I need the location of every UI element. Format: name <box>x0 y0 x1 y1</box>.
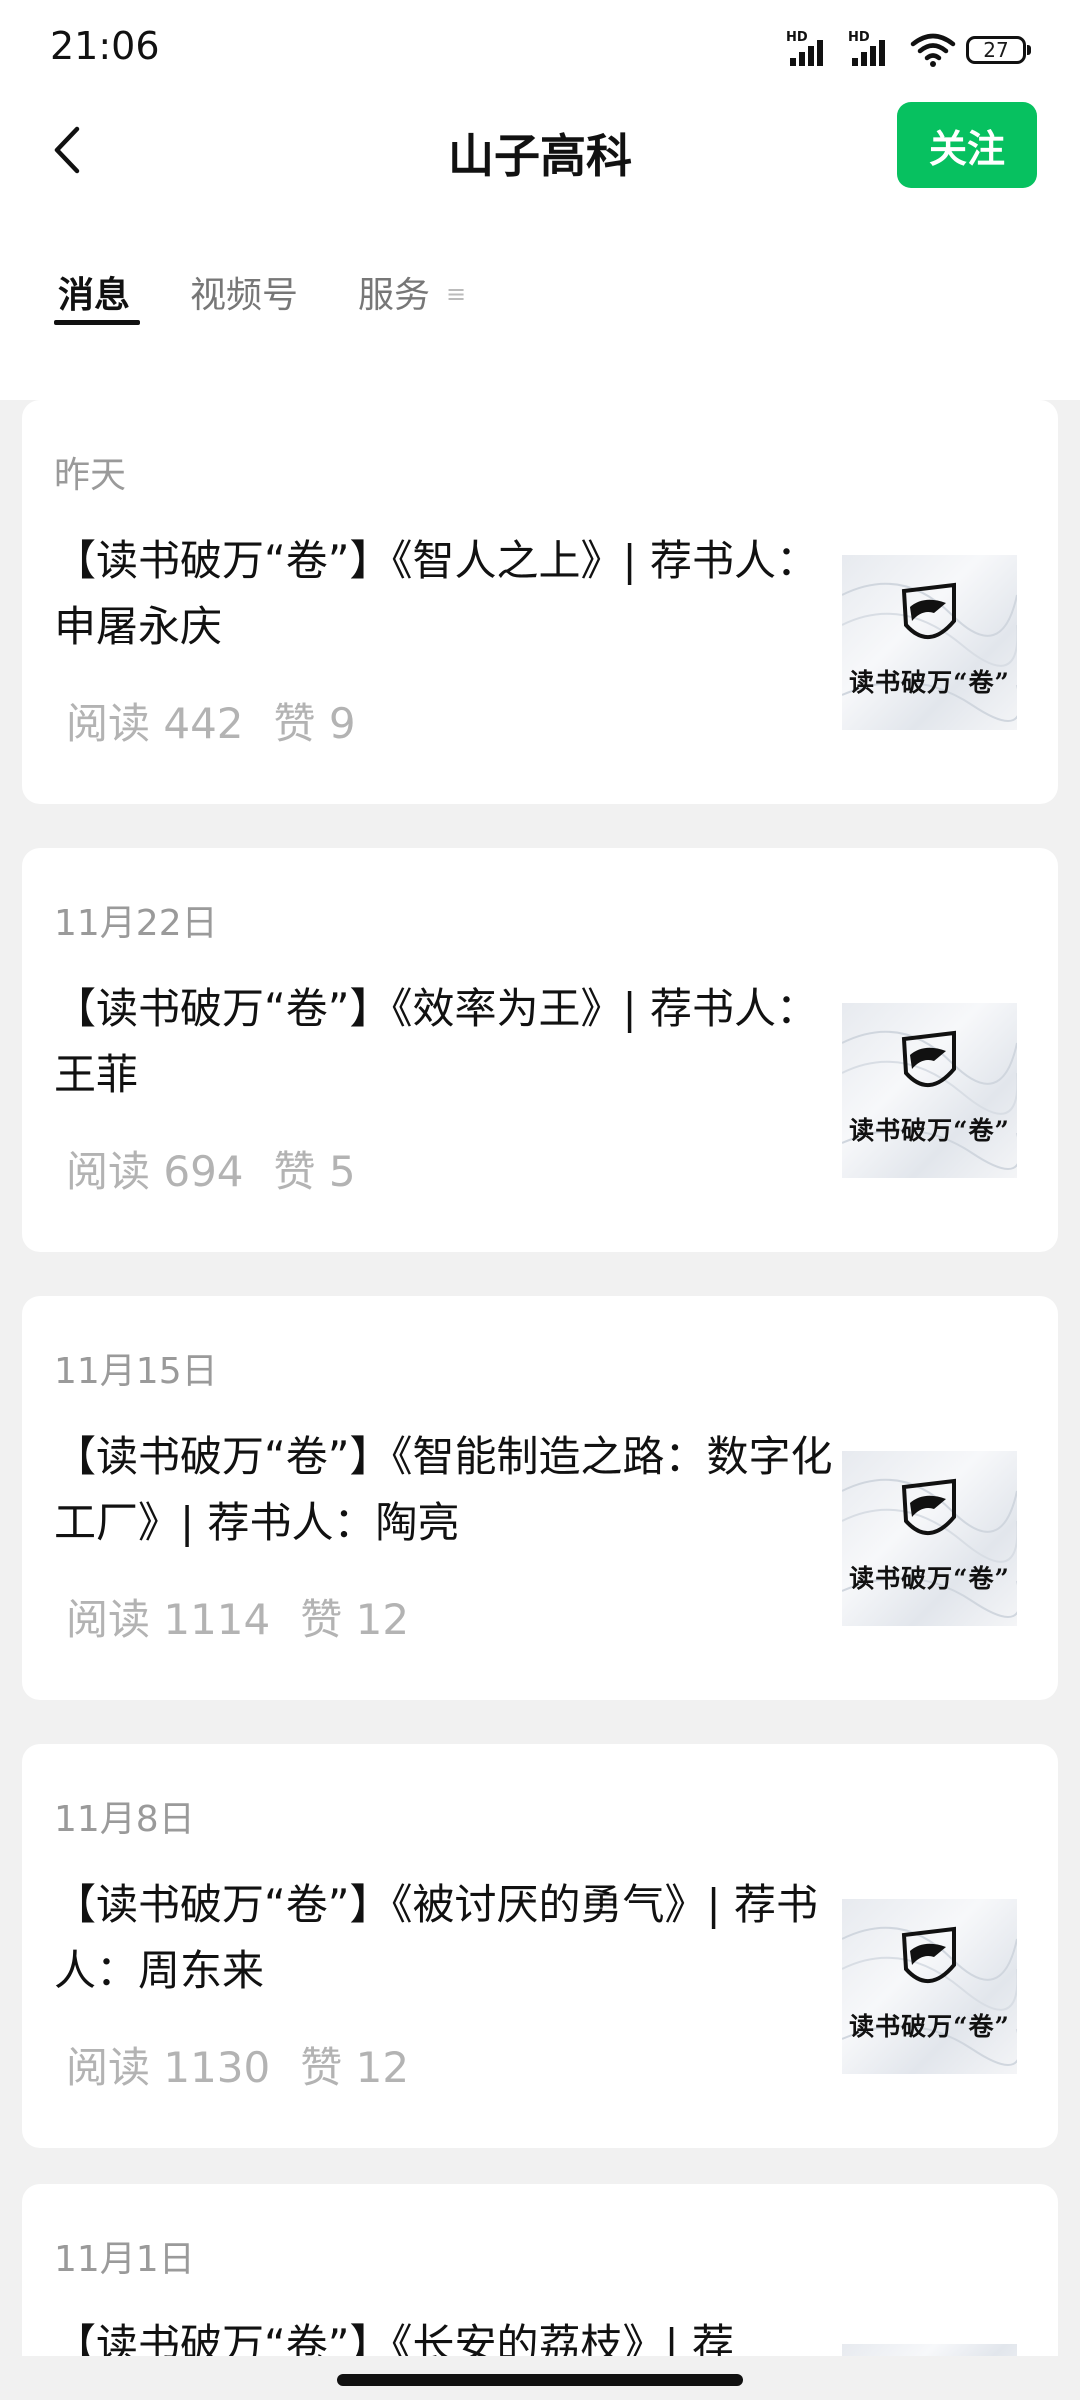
signal-icon: HD <box>848 30 900 68</box>
read-count: 阅读 694 <box>66 1147 244 1196</box>
like-count: 赞 12 <box>300 1595 410 1644</box>
article-title[interactable]: 【读书破万“卷”】《智人之上》| 荐书人：申屠永庆 <box>54 528 834 660</box>
tab-bar: 消息 视频号 服务 <box>0 250 1080 330</box>
article-card[interactable]: 11月15日 【读书破万“卷”】《智能制造之路：数字化工厂》| 荐书人：陶亮 阅… <box>22 1296 1058 1700</box>
status-time: 21:06 <box>50 24 160 68</box>
article-date: 11月22日 <box>54 903 218 944</box>
active-tab-indicator <box>54 320 140 325</box>
book-logo-icon <box>901 582 956 640</box>
like-count: 赞 12 <box>300 2043 410 2092</box>
read-count: 阅读 1114 <box>66 1595 271 1644</box>
article-date: 11月8日 <box>54 1799 195 1840</box>
read-count: 阅读 1130 <box>66 2043 271 2092</box>
article-thumbnail[interactable]: 读书破万“卷” <box>842 1451 1017 1626</box>
article-stats: 阅读 1130 赞 12 <box>66 2034 439 2095</box>
like-count: 赞 5 <box>273 1147 356 1196</box>
header-bar: 山子高科 关注 <box>0 100 1080 200</box>
battery-icon: 27 <box>966 36 1031 64</box>
signal-icon: HD <box>786 30 838 68</box>
tab-messages[interactable]: 消息 <box>58 266 130 318</box>
battery-level: 27 <box>983 38 1009 62</box>
tab-services[interactable]: 服务 <box>358 266 430 318</box>
article-stats: 阅读 694 赞 5 <box>66 1138 386 1199</box>
article-stats: 阅读 1114 赞 12 <box>66 1586 439 1647</box>
book-logo-icon <box>901 1926 956 1984</box>
home-indicator[interactable] <box>337 2374 743 2386</box>
article-title[interactable]: 【读书破万“卷”】《效率为王》| 荐书人：王菲 <box>54 976 834 1108</box>
book-logo-icon <box>901 1478 956 1536</box>
thumbnail-label: 读书破万“卷” <box>849 1564 1010 1593</box>
article-card[interactable]: 11月22日 【读书破万“卷”】《效率为王》| 荐书人：王菲 阅读 694 赞 5… <box>22 848 1058 1252</box>
article-title[interactable]: 【读书破万“卷”】《被讨厌的勇气》| 荐书人：周东来 <box>54 1872 834 2004</box>
article-thumbnail[interactable]: 读书破万“卷” <box>842 1003 1017 1178</box>
like-count: 赞 9 <box>273 699 356 748</box>
article-date: 昨天 <box>54 455 127 496</box>
status-bar: 21:06 HD HD 27 <box>0 0 1080 100</box>
more-icon[interactable]: ≡ <box>446 280 466 308</box>
tab-channels[interactable]: 视频号 <box>190 266 298 318</box>
thumbnail-label: 读书破万“卷” <box>849 1116 1010 1145</box>
article-date: 11月15日 <box>54 1351 218 1392</box>
article-card[interactable]: 11月8日 【读书破万“卷”】《被讨厌的勇气》| 荐书人：周东来 阅读 1130… <box>22 1744 1058 2148</box>
wifi-icon <box>910 33 956 67</box>
status-icons: HD HD 27 <box>786 30 1031 70</box>
read-count: 阅读 442 <box>66 699 244 748</box>
article-thumbnail[interactable]: 读书破万“卷” <box>842 1899 1017 2074</box>
article-card[interactable]: 昨天 【读书破万“卷”】《智人之上》| 荐书人：申屠永庆 阅读 442 赞 9 读… <box>22 400 1058 804</box>
thumbnail-label: 读书破万“卷” <box>849 2012 1010 2041</box>
thumbnail-label: 读书破万“卷” <box>849 668 1010 697</box>
book-logo-icon <box>901 1030 956 1088</box>
article-date: 11月1日 <box>54 2239 195 2280</box>
article-title[interactable]: 【读书破万“卷”】《智能制造之路：数字化工厂》| 荐书人：陶亮 <box>54 1424 834 1556</box>
follow-button[interactable]: 关注 <box>897 102 1037 188</box>
article-stats: 阅读 442 赞 9 <box>66 690 386 751</box>
article-thumbnail[interactable]: 读书破万“卷” <box>842 555 1017 730</box>
